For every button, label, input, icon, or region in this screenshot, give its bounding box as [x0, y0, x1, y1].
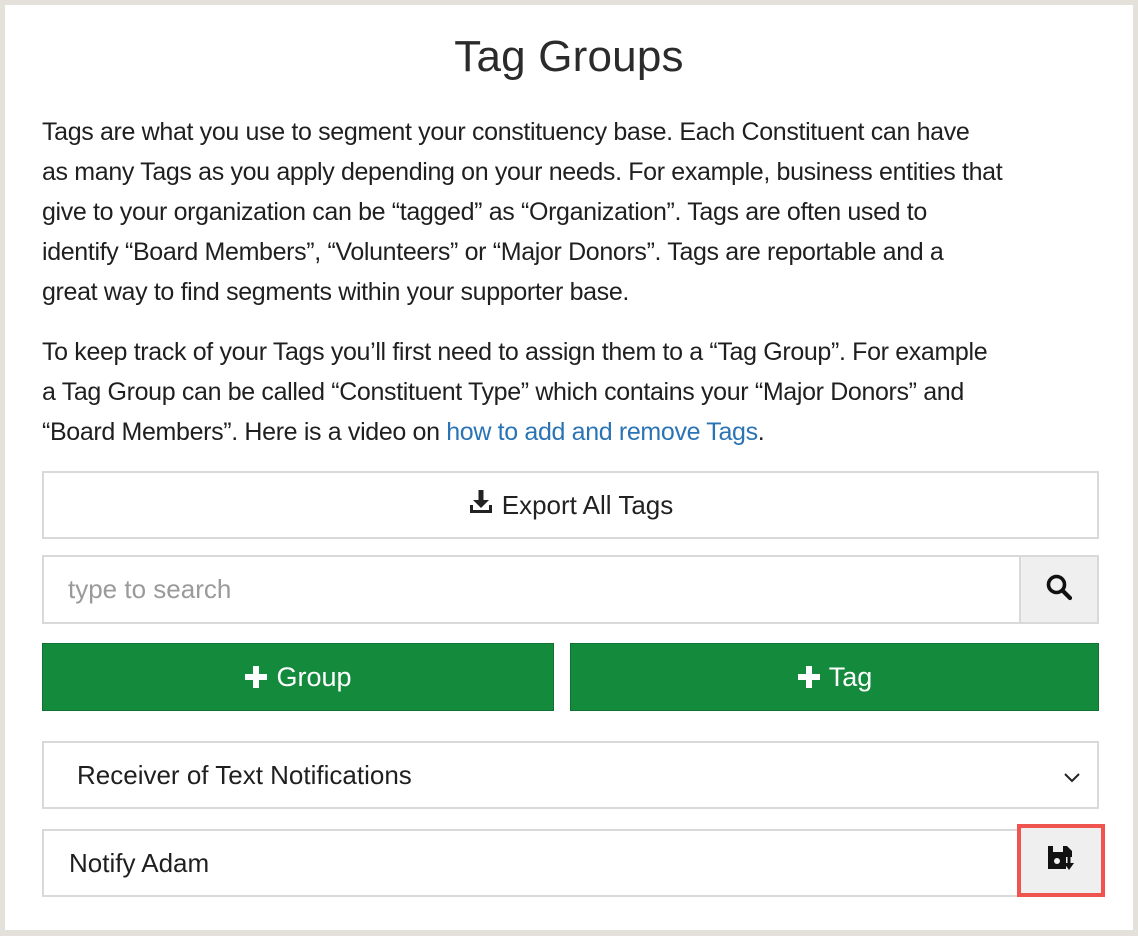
add-group-button[interactable]: Group: [42, 643, 554, 711]
tag-group-select[interactable]: Receiver of Text Notifications: [42, 741, 1099, 809]
tag-name[interactable]: Notify Adam: [69, 848, 209, 879]
add-tag-label: Tag: [828, 661, 873, 692]
search-button[interactable]: [1019, 557, 1097, 622]
add-tag-button[interactable]: Tag: [570, 643, 1099, 711]
search-icon: [1045, 573, 1073, 606]
add-group-label: Group: [276, 661, 352, 692]
tags-video-link[interactable]: how to add and remove Tags: [446, 418, 758, 446]
description-2-end: .: [757, 418, 765, 446]
plus-icon: [244, 665, 268, 689]
tag-groups-panel: Tag Groups Tags are what you use to segm…: [5, 5, 1133, 930]
plus-icon: [797, 665, 821, 689]
export-all-tags-label: Export All Tags: [501, 489, 674, 520]
export-all-tags-button[interactable]: Export All Tags: [42, 471, 1099, 539]
save-icon: [1046, 843, 1076, 878]
search-input[interactable]: [44, 557, 1019, 622]
page-title: Tag Groups: [454, 32, 684, 81]
save-tag-button[interactable]: [1017, 824, 1105, 897]
download-icon: [468, 489, 502, 522]
tag-group-selected-value: Receiver of Text Notifications: [77, 759, 412, 790]
chevron-down-icon: [1063, 760, 1081, 791]
search-bar: [42, 555, 1099, 624]
tag-row: Notify Adam: [42, 829, 1099, 897]
description-paragraph-1: Tags are what you use to segment your co…: [42, 118, 1003, 306]
description-paragraph-2: To keep track of your Tags you’ll first …: [42, 332, 1104, 452]
